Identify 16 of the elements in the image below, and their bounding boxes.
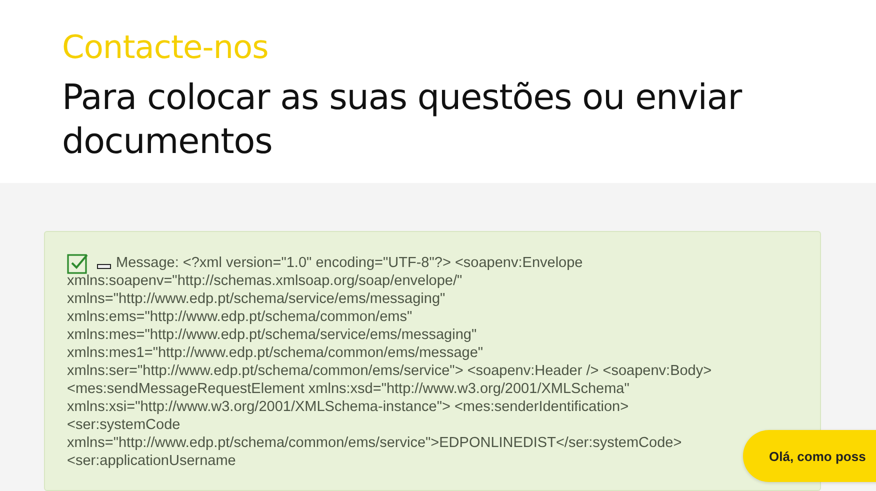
message-line: <mes:sendMessageRequestElement xmlns:xsd="http://www.w3.org/2001/XMLSchema"	[67, 380, 630, 398]
message-line: xmlns:mes1="http://www.edp.pt/schema/common/ems/message"	[67, 344, 484, 362]
page-eyebrow: Contacte-nos	[62, 27, 270, 68]
message-line: xmlns="http://www.edp.pt/schema/service/ems/messaging"	[67, 290, 446, 308]
message-line: xmlns:xsi="http://www.w3.org/2001/XMLSchema-instance"> <mes:senderIdentification>	[67, 398, 629, 416]
page-title: Para colocar as suas questões ou enviar documentos	[62, 77, 744, 164]
message-line: xmlns:mes="http://www.edp.pt/schema/service/ems/messaging"	[67, 326, 477, 344]
minimize-icon	[97, 264, 111, 269]
message-line: xmlns:ser="http://www.edp.pt/schema/common/ems/service"> <soapenv:Header /> <soapenv:Body>	[67, 362, 712, 380]
message-line: xmlns="http://www.edp.pt/schema/common/ems/service">EDPONLINEDIST</ser:systemCode>	[67, 434, 682, 452]
message-line: <ser:systemCode	[67, 416, 180, 434]
message-line: Message: <?xml version="1.0" encoding="UTF-8"?> <soapenv:Envelope	[116, 254, 583, 272]
message-line: <ser:applicationUsername	[67, 452, 236, 470]
chat-button[interactable]: Olá, como poss	[743, 430, 876, 482]
message-line: xmlns:ems="http://www.edp.pt/schema/common/ems"	[67, 308, 412, 326]
message-line: xmlns:soapenv="http://schemas.xmlsoap.org/soap/envelope/"	[67, 272, 462, 290]
